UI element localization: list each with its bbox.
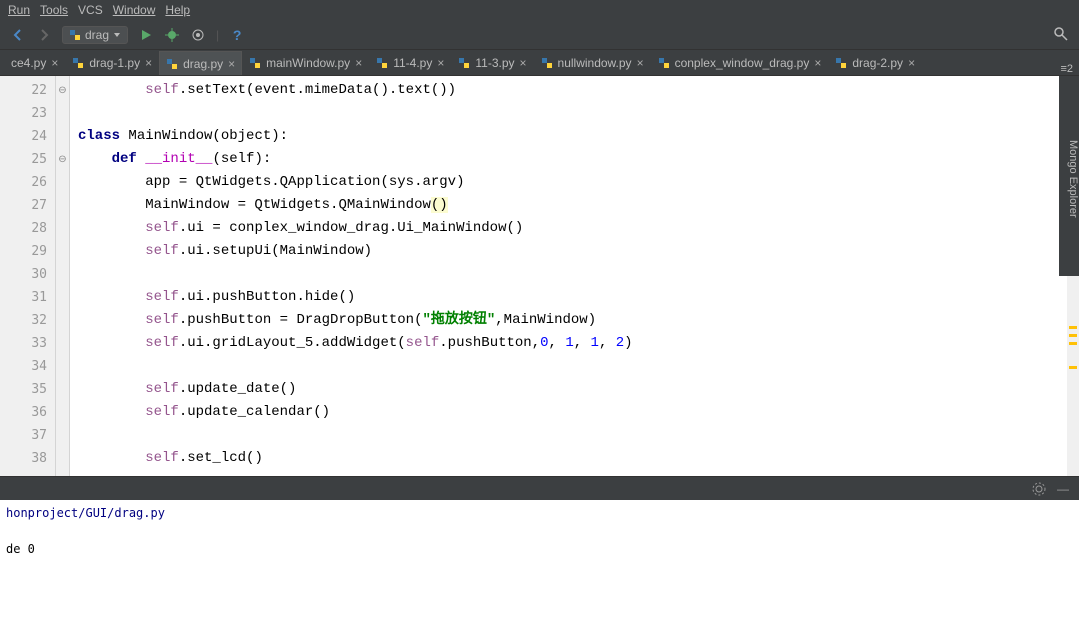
line-number: 25 bbox=[0, 148, 47, 171]
menu-bar: Run Tools VCS Window Help bbox=[0, 0, 1079, 20]
python-file-icon bbox=[835, 57, 847, 69]
fold-column[interactable]: ⊖ ⊖ bbox=[56, 76, 70, 476]
line-gutter: 2223242526272829303132333435363738 bbox=[0, 76, 56, 476]
run-icon[interactable] bbox=[138, 27, 154, 43]
tab-label: mainWindow.py bbox=[266, 56, 350, 70]
line-number: 28 bbox=[0, 217, 47, 240]
tab-label: 11-3.py bbox=[475, 56, 514, 70]
line-number: 34 bbox=[0, 355, 47, 378]
warning-marker[interactable] bbox=[1069, 342, 1077, 345]
tab-label: nullwindow.py bbox=[558, 56, 632, 70]
editor[interactable]: 2223242526272829303132333435363738 ⊖ ⊖ s… bbox=[0, 76, 1079, 476]
close-icon[interactable]: × bbox=[908, 56, 915, 70]
line-number: 22 bbox=[0, 79, 47, 102]
close-icon[interactable]: × bbox=[637, 56, 644, 70]
python-file-icon bbox=[541, 57, 553, 69]
python-file-icon bbox=[458, 57, 470, 69]
tab-drag[interactable]: drag.py × bbox=[159, 51, 242, 75]
run-config-selector[interactable]: drag bbox=[62, 26, 128, 44]
console-toolbar: — bbox=[0, 476, 1079, 500]
line-number: 37 bbox=[0, 424, 47, 447]
tab-nullwindow[interactable]: nullwindow.py × bbox=[534, 51, 651, 75]
python-file-icon bbox=[249, 57, 261, 69]
close-icon[interactable]: × bbox=[355, 56, 362, 70]
tab-drag-1[interactable]: drag-1.py × bbox=[65, 51, 159, 75]
menu-help[interactable]: Help bbox=[165, 3, 190, 17]
menu-window[interactable]: Window bbox=[113, 3, 156, 17]
tab-label: drag-2.py bbox=[852, 56, 903, 70]
line-number: 23 bbox=[0, 102, 47, 125]
warning-marker[interactable] bbox=[1069, 326, 1077, 329]
line-number: 30 bbox=[0, 263, 47, 286]
python-file-icon bbox=[658, 57, 670, 69]
warning-marker[interactable] bbox=[1069, 334, 1077, 337]
line-number: 33 bbox=[0, 332, 47, 355]
close-icon[interactable]: × bbox=[51, 56, 58, 70]
hide-icon[interactable]: — bbox=[1057, 482, 1069, 496]
close-icon[interactable]: × bbox=[437, 56, 444, 70]
close-icon[interactable]: × bbox=[520, 56, 527, 70]
run-console[interactable]: honproject/GUI/drag.py de 0 bbox=[0, 500, 1079, 633]
tab-11-3[interactable]: 11-3.py × bbox=[451, 51, 533, 75]
split-indicator[interactable]: ≡2 bbox=[1060, 63, 1073, 75]
chevron-down-icon bbox=[113, 31, 121, 39]
line-number: 36 bbox=[0, 401, 47, 424]
close-icon[interactable]: × bbox=[814, 56, 821, 70]
tab-drag-2[interactable]: drag-2.py × bbox=[828, 51, 922, 75]
back-icon[interactable] bbox=[10, 27, 26, 43]
console-exit-code: de 0 bbox=[6, 540, 1073, 558]
tab-label: conplex_window_drag.py bbox=[675, 56, 810, 70]
line-number: 27 bbox=[0, 194, 47, 217]
warning-marker[interactable] bbox=[1069, 366, 1077, 369]
python-file-icon bbox=[376, 57, 388, 69]
search-icon[interactable] bbox=[1053, 26, 1069, 42]
line-number: 24 bbox=[0, 125, 47, 148]
tab-11-4[interactable]: 11-4.py × bbox=[369, 51, 451, 75]
code-area[interactable]: self.setText(event.mimeData().text()) cl… bbox=[70, 76, 1067, 476]
close-icon[interactable]: × bbox=[145, 56, 152, 70]
line-number: 31 bbox=[0, 286, 47, 309]
gear-icon[interactable] bbox=[1031, 481, 1047, 497]
line-number: 32 bbox=[0, 309, 47, 332]
side-tool-panel[interactable]: Mongo Explorer bbox=[1059, 76, 1079, 276]
tab-label: drag-1.py bbox=[89, 56, 140, 70]
tab-mainwindow[interactable]: mainWindow.py × bbox=[242, 51, 369, 75]
run-with-coverage-icon[interactable] bbox=[190, 27, 206, 43]
line-number: 35 bbox=[0, 378, 47, 401]
tab-ce4[interactable]: ce4.py × bbox=[4, 51, 65, 75]
mongo-explorer-label: Mongo Explorer bbox=[1067, 140, 1079, 218]
python-file-icon bbox=[72, 57, 84, 69]
tab-label: ce4.py bbox=[11, 56, 46, 70]
console-path: honproject/GUI/drag.py bbox=[6, 504, 1073, 522]
fold-collapse-icon[interactable]: ⊖ bbox=[56, 79, 69, 102]
tab-label: drag.py bbox=[183, 57, 223, 71]
tab-label: 11-4.py bbox=[393, 56, 432, 70]
menu-tools[interactable]: Tools bbox=[40, 3, 68, 17]
line-number: 29 bbox=[0, 240, 47, 263]
line-number: 26 bbox=[0, 171, 47, 194]
line-number: 38 bbox=[0, 447, 47, 470]
python-file-icon bbox=[166, 58, 178, 70]
tab-conplex[interactable]: conplex_window_drag.py × bbox=[651, 51, 829, 75]
toolbar: drag | ? bbox=[0, 20, 1079, 50]
fold-expand-icon[interactable]: ⊖ bbox=[56, 148, 69, 171]
close-icon[interactable]: × bbox=[228, 57, 235, 71]
python-icon bbox=[69, 29, 81, 41]
forward-icon[interactable] bbox=[36, 27, 52, 43]
menu-vcs[interactable]: VCS bbox=[78, 3, 103, 17]
debug-icon[interactable] bbox=[164, 27, 180, 43]
help-icon[interactable]: ? bbox=[229, 27, 245, 43]
menu-run[interactable]: Run bbox=[8, 3, 30, 17]
run-config-label: drag bbox=[85, 28, 109, 42]
editor-tabs: ce4.py × drag-1.py × drag.py × mainWindo… bbox=[0, 50, 1079, 76]
